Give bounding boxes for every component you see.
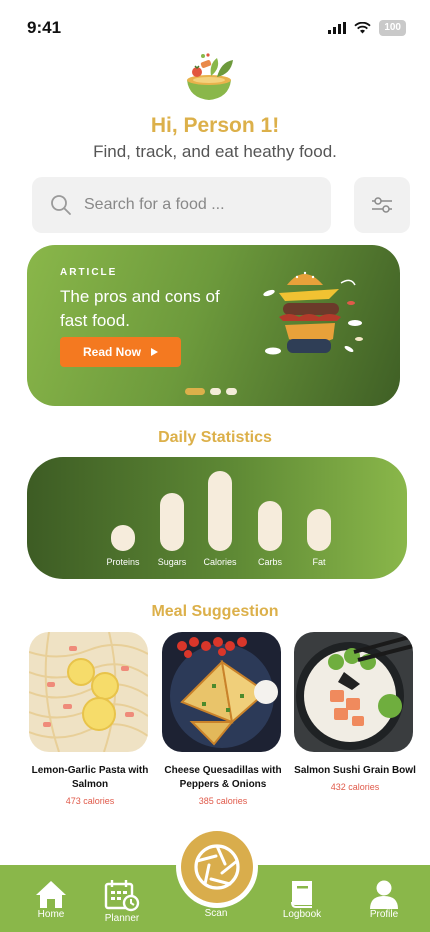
stat-label: Calories [203, 557, 237, 567]
nav-planner-label: Planner [104, 913, 140, 924]
meal-suggestion-title: Meal Suggestion [151, 603, 279, 620]
stat-item: Calories [195, 471, 245, 567]
meal-name: Lemon-Garlic Pasta with Salmon [31, 765, 149, 790]
stat-item: Fat [294, 471, 344, 567]
nav-scan-label: Scan [204, 908, 228, 919]
carousel-dot[interactable] [210, 388, 221, 395]
nav-home-label: Home [37, 909, 65, 920]
meal-card[interactable]: Salmon Sushi Grain Bowl 432 calories [294, 632, 416, 792]
user-icon [370, 880, 398, 909]
filter-sliders-icon [372, 197, 392, 213]
stat-label: Fat [312, 557, 326, 567]
home-icon [36, 881, 66, 908]
status-time: 9:41 [27, 18, 62, 37]
article-title: The pros and cons of fast food. [60, 287, 220, 330]
wifi-icon [354, 22, 371, 34]
nav-home[interactable]: Home [21, 879, 81, 920]
stat-item: Proteins [98, 471, 148, 567]
stat-bar [258, 501, 282, 551]
carousel-dot-active[interactable] [185, 388, 205, 395]
daily-statistics-title: Daily Statistics [158, 429, 272, 446]
article-tag: ARTICLE [60, 267, 118, 278]
article-banner[interactable]: ARTICLE The pros and cons of fast food. … [27, 245, 400, 406]
stat-label: Carbs [257, 557, 282, 567]
meal-calories: 432 calories [330, 782, 380, 792]
nav-logbook[interactable]: Logbook [272, 879, 332, 920]
filter-button[interactable] [354, 177, 410, 233]
stat-bar [307, 509, 331, 551]
search-icon [51, 195, 71, 215]
meal-name: Salmon Sushi Grain Bowl [294, 765, 416, 776]
signal-icon [328, 22, 347, 34]
scan-button-wrap [176, 826, 258, 908]
scan-button[interactable] [181, 831, 253, 903]
battery-indicator: 100 [379, 20, 406, 36]
stat-bar [160, 493, 184, 551]
meal-image-quesadilla [162, 632, 281, 752]
book-icon [291, 881, 312, 908]
greeting-title: Hi, Person 1! [150, 114, 280, 137]
stat-item: Carbs [245, 471, 295, 567]
stat-label: Sugars [157, 557, 187, 567]
nav-profile[interactable]: Profile [354, 879, 414, 920]
read-now-button[interactable]: Read Now [60, 337, 181, 367]
nav-planner[interactable]: Planner [92, 879, 152, 924]
burger-illustration [263, 271, 363, 355]
play-arrow-icon [151, 348, 158, 356]
camera-aperture-icon [194, 844, 240, 890]
status-bar: 9:41 100 [0, 0, 430, 56]
carousel-pagination [185, 388, 237, 395]
stat-bar [111, 525, 135, 551]
meal-calories: 473 calories [65, 796, 115, 806]
nav-profile-label: Profile [369, 909, 399, 920]
calendar-icon [104, 880, 140, 912]
search-bar[interactable] [32, 177, 331, 233]
search-input[interactable] [84, 196, 304, 214]
stat-item: Sugars [147, 471, 197, 567]
meal-image-pasta [29, 632, 148, 752]
stat-bar [208, 471, 232, 551]
daily-statistics-card[interactable]: Proteins Sugars Calories Carbs Fat [27, 457, 407, 579]
meal-image-sushi-bowl [294, 632, 413, 752]
meal-card[interactable]: Cheese Quesadillas with Peppers & Onions… [162, 632, 284, 806]
meal-name: Cheese Quesadillas with Peppers & Onions [164, 765, 282, 790]
stat-label: Proteins [106, 557, 140, 567]
carousel-dot[interactable] [226, 388, 237, 395]
read-now-label: Read Now [82, 345, 141, 359]
tagline: Find, track, and eat heathy food. [93, 142, 337, 161]
meal-card[interactable]: Lemon-Garlic Pasta with Salmon 473 calor… [29, 632, 151, 806]
nav-logbook-label: Logbook [282, 909, 322, 920]
meal-calories: 385 calories [198, 796, 248, 806]
status-icons: 100 [328, 20, 406, 36]
salad-bowl-logo [187, 53, 233, 100]
